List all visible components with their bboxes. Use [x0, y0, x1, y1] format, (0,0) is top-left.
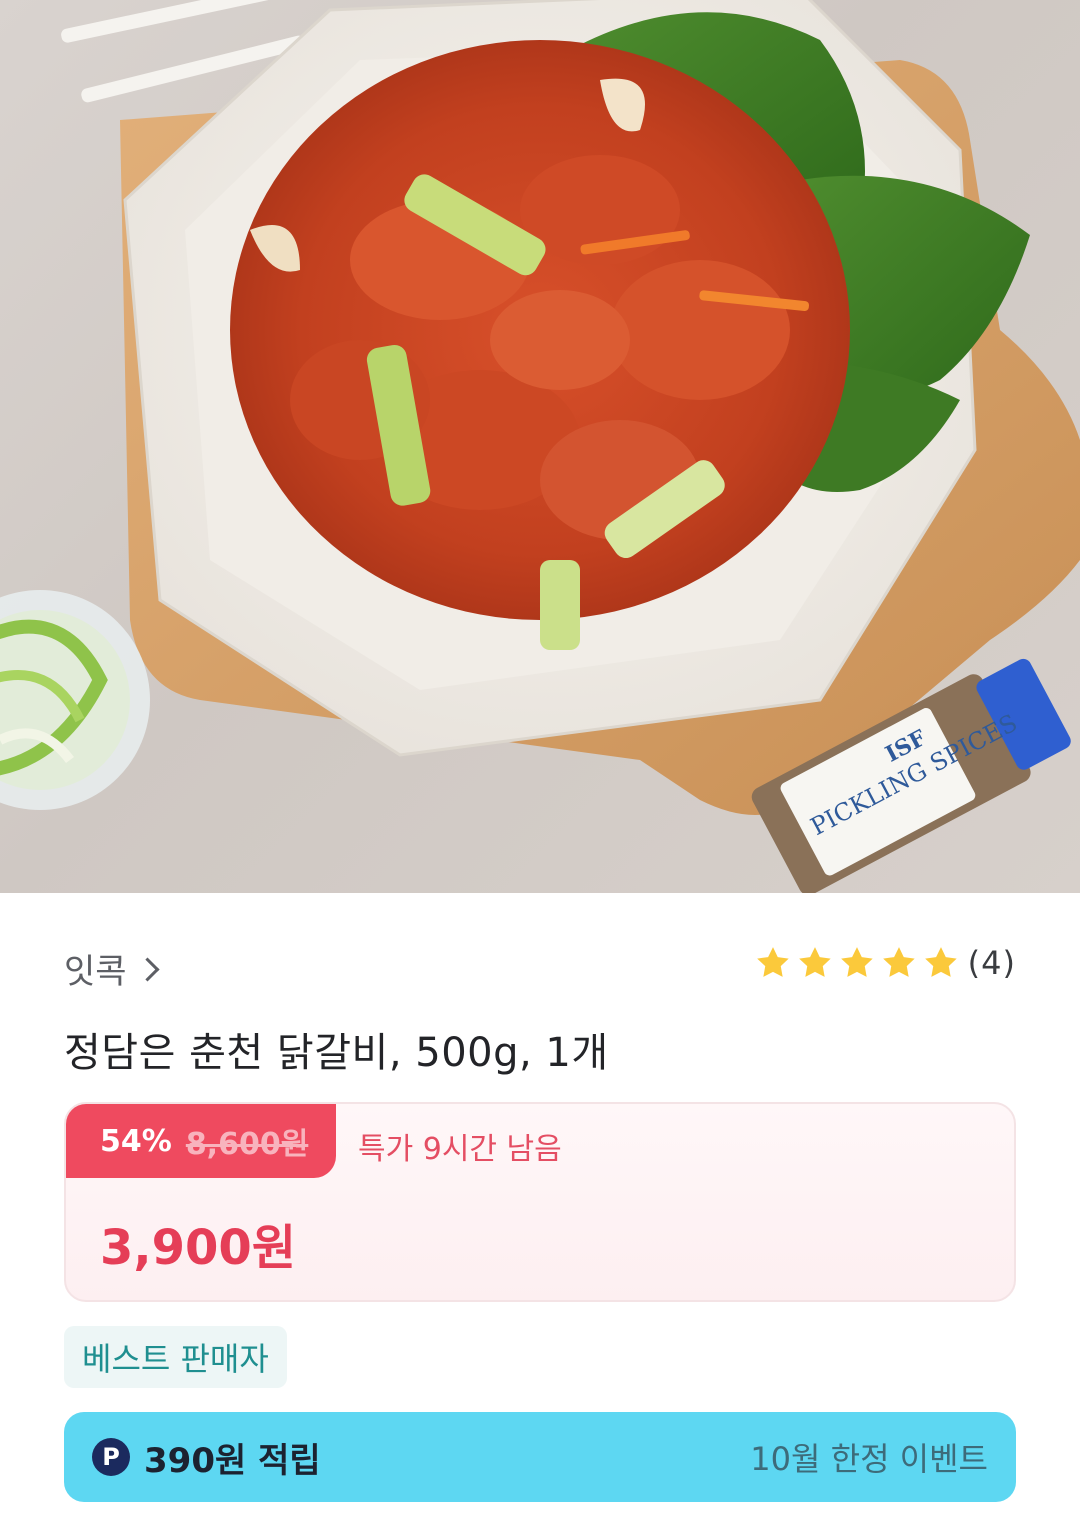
- product-title: 정담은 춘천 닭갈비, 500g, 1개: [64, 1030, 609, 1076]
- review-count: (4): [967, 944, 1016, 982]
- discount-percent: 54%: [100, 1123, 172, 1159]
- star-icon: [882, 947, 915, 977]
- deal-timer: 특가 9시간 남음: [358, 1132, 562, 1167]
- seller-name: 잇콕: [64, 952, 127, 992]
- points-icon: P: [92, 1438, 130, 1476]
- chevron-right-icon: [135, 957, 160, 982]
- star-icon: [840, 947, 873, 977]
- price-card: 54% 8,600원 특가 9시간 남음 3,900원: [64, 1102, 1016, 1302]
- sale-price: 3,900원: [100, 1220, 296, 1276]
- star-icon: [798, 947, 831, 977]
- product-photo-illustration: PICKLING SPICES ISF: [0, 0, 1080, 893]
- star-icon: [756, 947, 789, 977]
- original-price: 8,600원: [185, 1127, 309, 1162]
- event-label: 10월 한정 이벤트: [750, 1440, 988, 1478]
- rating[interactable]: (4): [754, 944, 1016, 982]
- best-seller-badge: 베스트 판매자: [64, 1326, 287, 1388]
- best-seller-label: 베스트 판매자: [82, 1340, 269, 1378]
- points-banner[interactable]: P 390원 적립 10월 한정 이벤트: [64, 1412, 1016, 1502]
- star-icon: [924, 947, 957, 977]
- product-image[interactable]: PICKLING SPICES ISF: [0, 0, 1080, 893]
- discount-tag: 54% 8,600원: [66, 1104, 336, 1178]
- points-text: 390원 적립: [144, 1440, 321, 1481]
- seller-link[interactable]: 잇콕: [64, 944, 160, 993]
